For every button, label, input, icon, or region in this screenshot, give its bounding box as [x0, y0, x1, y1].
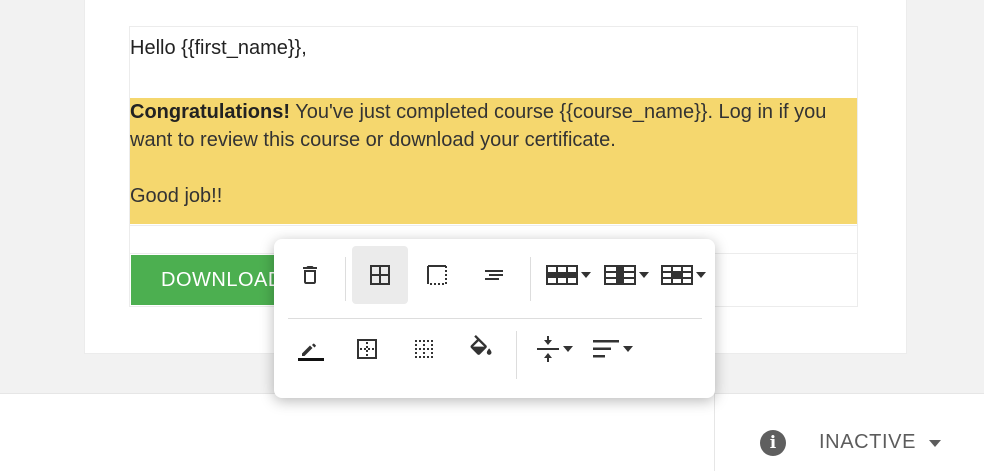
delete-table-button[interactable] [282, 246, 338, 304]
bottom-bar: i INACTIVE [0, 393, 984, 471]
info-icon[interactable]: i [760, 430, 786, 456]
greeting-row[interactable]: Hello {{first_name}}, [130, 27, 857, 97]
toolbar-divider [516, 331, 517, 379]
horizontal-align-icon [592, 340, 619, 358]
column-menu-button[interactable] [596, 246, 656, 304]
cell-border-button[interactable] [409, 246, 465, 304]
paint-bucket-icon [470, 335, 492, 355]
insert-row-icon [545, 265, 578, 285]
insert-column-icon [603, 265, 636, 285]
table-grid-icon [370, 265, 390, 285]
greeting-text[interactable]: Hello {{first_name}}, [130, 27, 857, 60]
border-none-icon [415, 340, 433, 358]
cell-menu-icon [660, 265, 693, 285]
chevron-down-icon [562, 346, 573, 352]
cell-border-icon [427, 265, 447, 285]
table-toolbar [274, 239, 715, 398]
toolbar-row-divider [288, 318, 702, 319]
align-text-icon [485, 270, 503, 280]
pen-color-icon [298, 343, 324, 361]
table-layout-button[interactable] [352, 246, 408, 304]
highlight-row[interactable]: Congratulations! You've just completed c… [130, 98, 857, 224]
congrats-paragraph[interactable]: Congratulations! You've just completed c… [130, 98, 857, 154]
chevron-down-icon [638, 272, 649, 278]
status-selector[interactable]: i INACTIVE [714, 394, 984, 471]
border-color-button[interactable] [282, 320, 338, 378]
background-color-button[interactable] [453, 320, 509, 378]
toolbar-divider [530, 257, 531, 301]
chevron-down-icon [622, 346, 633, 352]
horizontal-align-button[interactable] [582, 320, 642, 378]
sign-off-text[interactable]: Good job!! [130, 182, 857, 210]
congrats-bold: Congratulations! [130, 101, 290, 123]
border-none-button[interactable] [396, 320, 452, 378]
toolbar-divider [345, 257, 346, 301]
vertical-align-button[interactable] [524, 320, 584, 378]
status-label[interactable]: INACTIVE [819, 431, 916, 454]
border-style-button[interactable] [339, 320, 395, 378]
vertical-align-icon [536, 336, 559, 362]
border-inner-icon [357, 339, 377, 359]
row-menu-button[interactable] [538, 246, 598, 304]
cell-menu-button[interactable] [653, 246, 713, 304]
trash-icon [303, 266, 317, 284]
chevron-down-icon [580, 272, 591, 278]
chevron-down-icon [695, 272, 706, 278]
chevron-down-icon[interactable] [929, 440, 941, 447]
align-text-button[interactable] [466, 246, 522, 304]
